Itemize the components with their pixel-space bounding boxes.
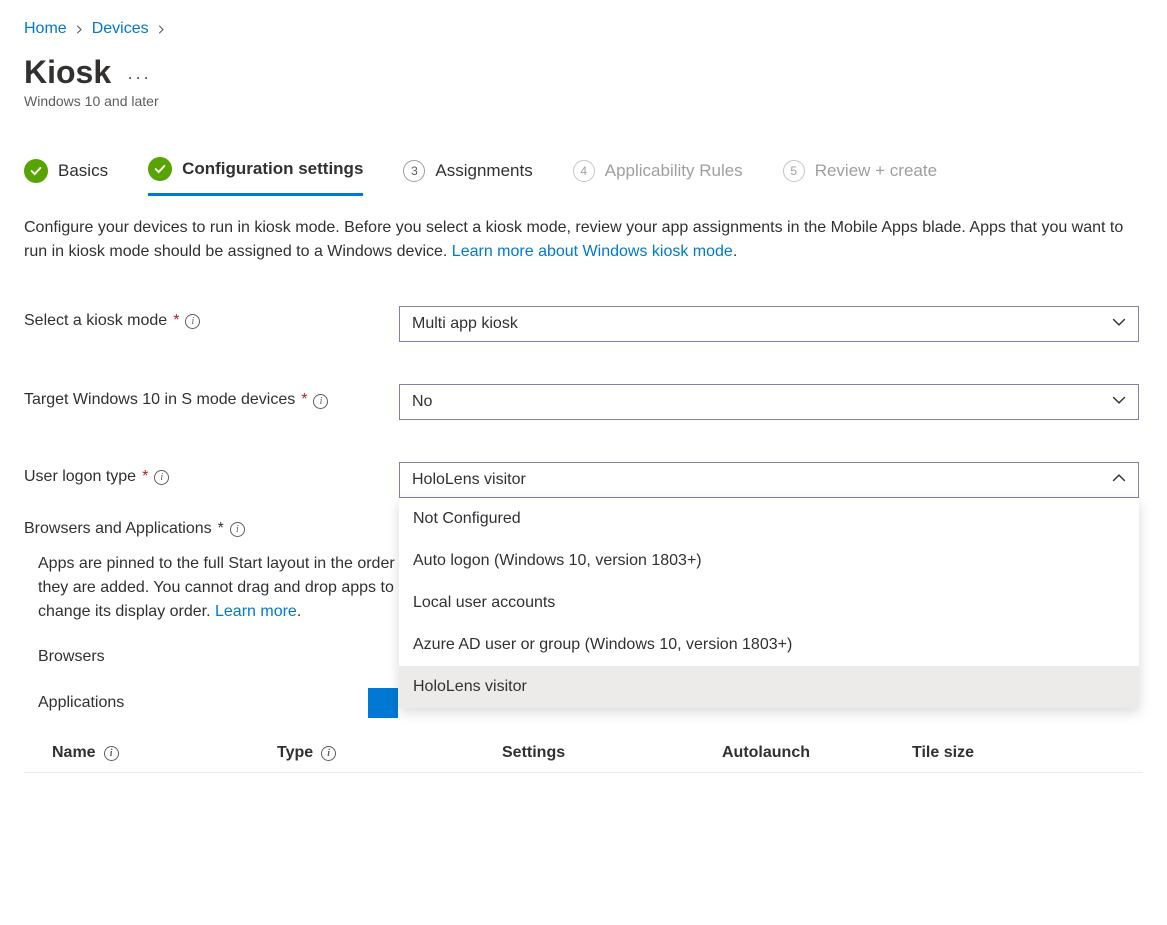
- column-header-autolaunch: Autolaunch: [722, 744, 912, 762]
- dropdown-option-hololens-visitor[interactable]: HoloLens visitor: [399, 666, 1139, 708]
- tab-label: Basics: [58, 161, 108, 181]
- browsers-apps-description: Apps are pinned to the full Start layout…: [38, 552, 398, 624]
- check-icon: [24, 159, 48, 183]
- info-icon[interactable]: i: [313, 394, 328, 409]
- page-subtitle: Windows 10 and later: [24, 93, 1143, 109]
- required-indicator: *: [218, 520, 224, 538]
- intro-text: Configure your devices to run in kiosk m…: [24, 216, 1124, 264]
- info-icon[interactable]: i: [230, 522, 245, 537]
- wizard-tabs: Basics Configuration settings 3 Assignme…: [24, 157, 1143, 196]
- tab-label: Review + create: [815, 161, 937, 181]
- kiosk-mode-select[interactable]: Multi app kiosk: [399, 306, 1139, 342]
- tab-review-create[interactable]: 5 Review + create: [783, 160, 937, 194]
- kiosk-mode-row: Select a kiosk mode * i Multi app kiosk: [24, 306, 1143, 342]
- apps-table-header: Name i Type i Settings Autolaunch Tile s…: [24, 736, 1143, 773]
- column-header-type: Type i: [277, 744, 502, 762]
- add-application-button[interactable]: [368, 688, 398, 718]
- tab-basics[interactable]: Basics: [24, 159, 108, 195]
- breadcrumb-separator-icon: [75, 21, 84, 37]
- dropdown-option-auto-logon[interactable]: Auto logon (Windows 10, version 1803+): [399, 540, 1139, 582]
- kiosk-mode-label: Select a kiosk mode * i: [24, 306, 399, 330]
- column-header-settings: Settings: [502, 744, 722, 762]
- tab-label: Assignments: [435, 161, 532, 181]
- breadcrumb-devices[interactable]: Devices: [92, 20, 149, 38]
- chevron-down-icon: [1112, 393, 1126, 412]
- s-mode-row: Target Windows 10 in S mode devices * i …: [24, 384, 1143, 420]
- check-icon: [148, 157, 172, 181]
- step-number-icon: 3: [403, 160, 425, 182]
- info-icon[interactable]: i: [321, 746, 336, 761]
- step-number-icon: 5: [783, 160, 805, 182]
- select-value: HoloLens visitor: [412, 471, 526, 489]
- chevron-down-icon: [1112, 315, 1126, 334]
- s-mode-label: Target Windows 10 in S mode devices * i: [24, 384, 399, 409]
- info-icon[interactable]: i: [185, 314, 200, 329]
- info-icon[interactable]: i: [154, 470, 169, 485]
- tab-configuration-settings[interactable]: Configuration settings: [148, 157, 363, 196]
- column-header-name: Name i: [52, 744, 277, 762]
- applications-label: Applications: [38, 694, 368, 712]
- dropdown-option-not-configured[interactable]: Not Configured: [399, 498, 1139, 540]
- tab-label: Applicability Rules: [605, 161, 743, 181]
- tab-applicability-rules[interactable]: 4 Applicability Rules: [573, 160, 743, 194]
- breadcrumb-separator-icon: [157, 21, 166, 37]
- breadcrumb-home[interactable]: Home: [24, 20, 67, 38]
- select-value: Multi app kiosk: [412, 315, 518, 333]
- chevron-up-icon: [1112, 471, 1126, 490]
- more-actions-button[interactable]: ···: [127, 68, 151, 86]
- required-indicator: *: [173, 312, 179, 330]
- step-number-icon: 4: [573, 160, 595, 182]
- select-value: No: [412, 393, 432, 411]
- logon-type-select[interactable]: HoloLens visitor: [399, 462, 1139, 498]
- logon-type-label: User logon type * i: [24, 462, 399, 486]
- learn-more-kiosk-link[interactable]: Learn more about Windows kiosk mode: [452, 243, 733, 260]
- info-icon[interactable]: i: [104, 746, 119, 761]
- learn-more-layout-link[interactable]: Learn more: [215, 603, 297, 620]
- column-header-tilesize: Tile size: [912, 744, 1062, 762]
- breadcrumb: Home Devices: [24, 20, 1143, 38]
- page-header: Kiosk ···: [24, 54, 1143, 91]
- logon-type-dropdown: Not Configured Auto logon (Windows 10, v…: [399, 498, 1139, 708]
- s-mode-select[interactable]: No: [399, 384, 1139, 420]
- dropdown-option-azure-ad[interactable]: Azure AD user or group (Windows 10, vers…: [399, 624, 1139, 666]
- required-indicator: *: [301, 391, 307, 409]
- page-title: Kiosk: [24, 54, 111, 91]
- tab-label: Configuration settings: [182, 159, 363, 179]
- required-indicator: *: [142, 468, 148, 486]
- dropdown-option-local-user[interactable]: Local user accounts: [399, 582, 1139, 624]
- tab-assignments[interactable]: 3 Assignments: [403, 160, 532, 194]
- logon-type-row: User logon type * i HoloLens visitor Not…: [24, 462, 1143, 498]
